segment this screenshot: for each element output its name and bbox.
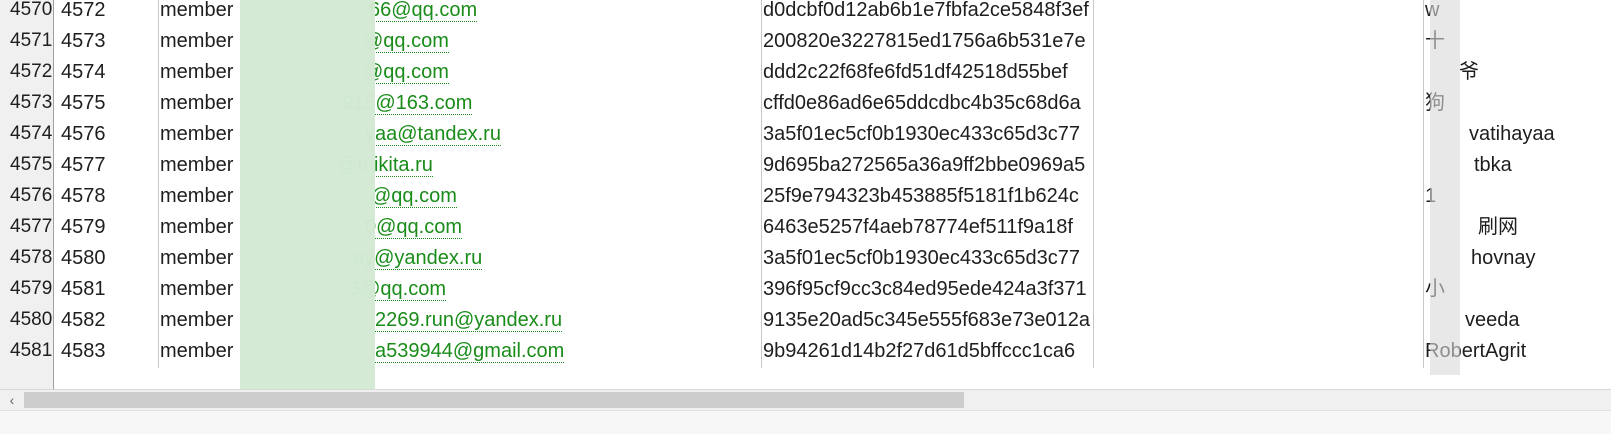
hash-cell[interactable]: 9b94261d14b2f27d61d5bffccc1ca6: [763, 338, 1091, 369]
hash-cell[interactable]: d0dcbf0d12ab6b1e7fbfa2ce5848f3ef: [763, 0, 1091, 28]
email-link[interactable]: 66@qq.com: [369, 0, 478, 22]
hash-cell[interactable]: 200820e3227815ed1756a6b531e7e: [763, 28, 1091, 59]
email-link[interactable]: a539944@gmail.com: [375, 340, 565, 363]
row-number: 4573: [10, 92, 52, 113]
id-cell[interactable]: 4581: [61, 276, 156, 307]
hash-cell[interactable]: 3a5f01ec5cf0b1930ec433c65d3c77: [763, 121, 1091, 152]
row-number: 4577: [10, 216, 52, 237]
status-bar: [0, 410, 1611, 434]
hash-cell[interactable]: 9135e20ad5c345e555f683e73e012a: [763, 307, 1091, 338]
hash-cell[interactable]: 6463e5257f4aeb78774ef511f9a18f: [763, 214, 1091, 245]
hash-cell[interactable]: 9d695ba272565a36a9ff2bbe0969a5: [763, 152, 1091, 183]
hash-cell[interactable]: ddd2c22f68fe6fd51df42518d55bef: [763, 59, 1091, 90]
row-number: 4581: [10, 340, 52, 361]
scrollbar-thumb[interactable]: [24, 392, 964, 408]
row-number: 4571: [10, 30, 52, 51]
id-cell[interactable]: 4583: [61, 338, 156, 369]
hash-cell[interactable]: 3a5f01ec5cf0b1930ec433c65d3c77: [763, 245, 1091, 276]
id-cell[interactable]: 4573: [61, 28, 156, 59]
id-cell[interactable]: 4575: [61, 90, 156, 121]
id-cell[interactable]: 4582: [61, 307, 156, 338]
horizontal-scrollbar[interactable]: ‹: [0, 389, 1611, 410]
email-link[interactable]: @qq.com: [363, 61, 449, 84]
email-link[interactable]: yaa@tandex.ru: [365, 123, 501, 146]
id-cell[interactable]: 4574: [61, 59, 156, 90]
hash-cell[interactable]: cffd0e86ad6e65ddcdbc4b35c68d6a: [763, 90, 1091, 121]
row-number: 4574: [10, 123, 52, 144]
row-number: 4578: [10, 247, 52, 268]
email-link[interactable]: @qq.com: [363, 30, 449, 53]
row-number: 4579: [10, 278, 52, 299]
id-cell[interactable]: 4580: [61, 245, 156, 276]
scroll-left-icon[interactable]: ‹: [4, 390, 20, 410]
row-number: 4575: [10, 154, 52, 175]
row-number: 4580: [10, 309, 52, 330]
row-number: 4570: [10, 0, 52, 20]
email-link[interactable]: 2269.run@yandex.ru: [375, 309, 563, 332]
email-link[interactable]: 0@qq.com: [365, 216, 463, 239]
email-link[interactable]: @qq.com: [371, 185, 457, 208]
hash-cell[interactable]: 396f95cf9cc3c84ed95ede424a3f371: [763, 276, 1091, 307]
id-cell[interactable]: 4572: [61, 0, 156, 28]
redaction-blur: [1430, 0, 1460, 375]
id-cell[interactable]: 4577: [61, 152, 156, 183]
hash-cell[interactable]: 25f9e794323b453885f5181f1b624c: [763, 183, 1091, 214]
id-cell[interactable]: 4579: [61, 214, 156, 245]
row-number: 4572: [10, 61, 52, 82]
id-cell[interactable]: 4576: [61, 121, 156, 152]
data-grid: 4570 4572 member 66@qq.com d0dcbf0d12ab6…: [0, 0, 1611, 394]
row-number: 4576: [10, 185, 52, 206]
id-cell[interactable]: 4578: [61, 183, 156, 214]
redaction-blur: [255, 8, 375, 363]
